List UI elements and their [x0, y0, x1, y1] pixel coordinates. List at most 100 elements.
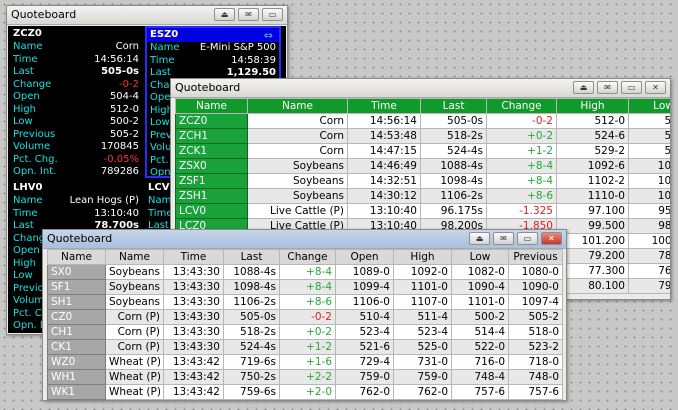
data-cell: 521-6: [335, 339, 394, 355]
data-cell: 13:43:30: [163, 264, 224, 280]
data-cell: 14:53:48: [347, 128, 421, 144]
data-cell: 14:30:12: [347, 188, 421, 204]
data-cell: +1-2: [279, 339, 336, 355]
table-row[interactable]: ZSX0Soybeans14:46:491088-4s+8-41092-6107…: [175, 158, 670, 174]
symbol-cell: ZCH1: [175, 128, 248, 144]
panel-symbol: ESZ0: [147, 28, 279, 42]
table-row[interactable]: SF1Soybeans ...13:43:301098-4s+8-41099-4…: [47, 279, 563, 295]
quoteboard-window-3[interactable]: Quoteboard ⏏ ✉ ▭ ✕ Name Name Time Last Chang…: [42, 229, 567, 401]
close-icon[interactable]: ✕: [541, 232, 562, 245]
window-2-titlebar[interactable]: Quoteboard ⏏ ✉ ▭ ✕: [171, 79, 670, 98]
column-header[interactable]: High: [556, 98, 629, 114]
data-cell: 97.100: [556, 203, 629, 219]
data-cell: 1089-0: [335, 264, 394, 280]
column-header[interactable]: Name: [105, 249, 164, 265]
settings-icon[interactable]: ✉: [493, 232, 514, 245]
data-cell: 1082-0: [451, 264, 509, 280]
panel-label: Previous: [13, 128, 56, 140]
data-cell: 518-2s: [223, 324, 280, 340]
table-row[interactable]: CK1 Corn (P) 13:43:30 524-4s +1-2 521-6 525-0 5…: [47, 339, 563, 355]
maximize-icon[interactable]: ▭: [262, 8, 283, 21]
data-cell: 518-0: [508, 324, 563, 340]
data-cell: Soybeans: [247, 173, 348, 189]
symbol-cell: WZ0: [47, 354, 106, 370]
quote-panel-zcz0[interactable]: ZCZ0 Name Corn Time 14:56:14 Last 505-0s Change…: [10, 27, 142, 177]
table-row[interactable]: ZCZ0Corn14:56:14505-0s-0-2512-0500-2: [175, 113, 670, 129]
panel-value: Lean Hogs (P): [69, 195, 139, 206]
table-row[interactable]: ZSH1Soybeans14:30:121106-2s+8-61110-0109…: [175, 188, 670, 204]
data-cell: 13:43:30: [163, 294, 224, 310]
data-cell: Soybeans: [247, 158, 348, 174]
table-row[interactable]: SH1Soybeans ...13:43:301106-2s+8-61106-0…: [47, 294, 563, 310]
data-cell: Corn: [247, 113, 348, 129]
restore-icon[interactable]: ⏏: [214, 8, 235, 21]
close-icon[interactable]: ✕: [645, 81, 666, 94]
restore-icon[interactable]: ⏏: [573, 81, 594, 94]
data-cell: 514-4: [451, 324, 509, 340]
swap-arrow-icon[interactable]: ⇔: [264, 29, 273, 42]
data-cell: 729-4: [335, 354, 394, 370]
maximize-icon[interactable]: ▭: [621, 81, 642, 94]
data-cell: 757-6: [508, 384, 563, 400]
table-row[interactable]: WZ0 Wheat (P) 13:43:42 719-6s +1-6 729-4 731-0…: [47, 354, 563, 370]
column-header[interactable]: Change: [486, 98, 557, 114]
table-row[interactable]: ZCH1Corn14:53:48518-2s+0-2524-6513-0: [175, 128, 670, 144]
column-header[interactable]: Time: [347, 98, 421, 114]
window-3-titlebar[interactable]: Quoteboard ⏏ ✉ ▭ ✕: [43, 230, 566, 249]
settings-icon[interactable]: ✉: [597, 81, 618, 94]
maximize-icon[interactable]: ▭: [517, 232, 538, 245]
data-cell: 500-2: [451, 309, 509, 325]
data-cell: 14:56:14: [347, 113, 421, 129]
column-header[interactable]: Previous: [508, 249, 563, 265]
panel-row: Time 14:58:39: [147, 55, 279, 68]
data-cell: +2-0: [279, 384, 336, 400]
panel-symbol: LHV0: [13, 182, 43, 193]
data-cell: 524-4s: [420, 143, 487, 159]
window-1-titlebar[interactable]: Quoteboard ⏏ ✉ ▭: [7, 6, 287, 25]
panel-value: 500-2: [109, 116, 139, 127]
panel-label: Time: [13, 207, 38, 219]
data-cell: 1092-0: [393, 264, 452, 280]
table-row[interactable]: CH1 Corn (P) 13:43:30 518-2s +0-2 523-4 523-4 5…: [47, 324, 563, 340]
data-cell: +8-6: [486, 188, 557, 204]
column-header[interactable]: Open: [335, 249, 394, 265]
column-header[interactable]: Change: [279, 249, 336, 265]
column-header[interactable]: Time: [163, 249, 224, 265]
data-cell: 511-4: [393, 309, 452, 325]
column-header[interactable]: Low: [451, 249, 509, 265]
table-row[interactable]: SX0Soybeans ...13:43:301088-4s+8-41089-0…: [47, 264, 563, 280]
data-cell: 13:43:30: [163, 339, 224, 355]
data-cell: 519-2: [628, 143, 670, 159]
panel-label: Name: [13, 195, 43, 206]
column-header[interactable]: High: [393, 249, 452, 265]
panel-value: Corn: [115, 41, 139, 52]
table-row[interactable]: CZ0 Corn (P) 13:43:30 505-0s -0-2 510-4 511-4 5…: [47, 309, 563, 325]
table-row[interactable]: WH1 Wheat (P) 13:43:42 750-2s +2-2 759-0 759-0…: [47, 369, 563, 385]
data-cell: 510-4: [335, 309, 394, 325]
data-cell: 14:47:15: [347, 143, 421, 159]
column-header[interactable]: Low: [628, 98, 670, 114]
data-cell: Soybeans ...: [105, 294, 164, 310]
column-header[interactable]: Last: [223, 249, 280, 265]
settings-icon[interactable]: ✉: [238, 8, 259, 21]
column-header[interactable]: Name: [175, 98, 248, 114]
table-row[interactable]: ZCK1Corn14:47:15524-4s+1-2529-2519-2: [175, 143, 670, 159]
table-row[interactable]: LCV0 Live Cattle (P) 13:10:40 96.175s -1.325…: [175, 203, 670, 219]
column-header[interactable]: Name: [247, 98, 348, 114]
data-cell: Corn (P): [105, 309, 164, 325]
panel-label: Name: [13, 41, 43, 52]
restore-icon[interactable]: ⏏: [469, 232, 490, 245]
data-cell: 13:10:40: [347, 203, 421, 219]
column-header[interactable]: Last: [420, 98, 487, 114]
table-row[interactable]: WK1 Wheat (P) 13:43:42 759-6s +2-0 762-0 762-0…: [47, 384, 563, 400]
data-cell: 1101-0: [451, 294, 509, 310]
column-header[interactable]: Name: [47, 249, 106, 265]
data-cell: +8-6: [279, 294, 336, 310]
panel-label: Name: [150, 42, 180, 53]
data-cell: 523-4: [393, 324, 452, 340]
data-cell: 1099-4: [335, 279, 394, 295]
data-cell: 99.500: [556, 218, 629, 234]
data-cell: Wheat (P): [105, 369, 164, 385]
symbol-cell: SF1: [47, 279, 106, 295]
table-row[interactable]: ZSF1Soybeans14:32:511098-4s+8-41102-2108…: [175, 173, 670, 189]
